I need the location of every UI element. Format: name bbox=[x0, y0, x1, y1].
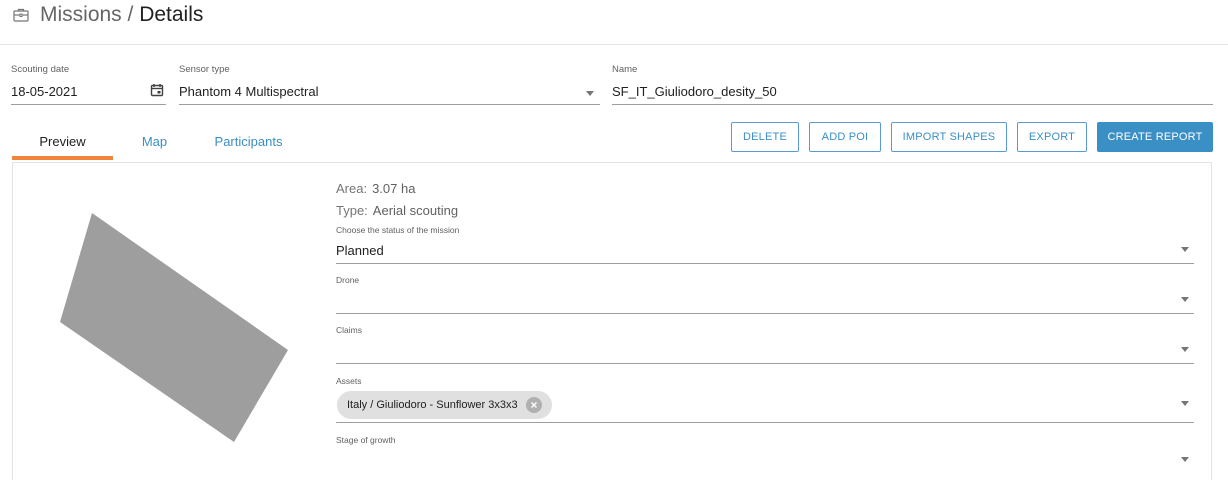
mission-status-select[interactable]: Choose the status of the mission Planned bbox=[336, 225, 1194, 267]
chevron-down-icon[interactable] bbox=[1181, 297, 1189, 302]
breadcrumb-missions[interactable]: Missions bbox=[40, 3, 122, 27]
header-divider bbox=[0, 44, 1228, 45]
area-value: 3.07 ha bbox=[372, 181, 416, 196]
status-label: Choose the status of the mission bbox=[336, 225, 460, 235]
type-info: Type: Aerial scouting bbox=[336, 203, 458, 218]
calendar-icon[interactable] bbox=[150, 83, 164, 97]
tab-participants[interactable]: Participants bbox=[196, 124, 301, 158]
breadcrumb-separator: / bbox=[121, 3, 140, 26]
stage-label: Stage of growth bbox=[336, 435, 396, 445]
tab-preview[interactable]: Preview bbox=[12, 124, 113, 158]
add-poi-button[interactable]: ADD POI bbox=[809, 122, 881, 152]
sensor-type-select[interactable]: Sensor type Phantom 4 Multispectral bbox=[179, 64, 600, 106]
create-report-button[interactable]: CREATE REPORT bbox=[1097, 122, 1213, 152]
claims-underline bbox=[336, 363, 1194, 364]
briefcase-icon bbox=[12, 6, 30, 24]
page-header: Missions / Details bbox=[12, 0, 203, 30]
area-info: Area: 3.07 ha bbox=[336, 181, 415, 196]
drone-underline bbox=[336, 313, 1194, 314]
type-value: Aerial scouting bbox=[372, 203, 459, 218]
area-label: Area: bbox=[336, 181, 368, 196]
claims-label: Claims bbox=[336, 325, 362, 335]
scouting-date-underline bbox=[11, 104, 166, 105]
asset-chip[interactable]: Italy / Giuliodoro - Sunflower 3x3x3 bbox=[337, 391, 552, 419]
scouting-date-value[interactable]: 18-05-2021 bbox=[11, 84, 78, 99]
drone-select[interactable]: Drone bbox=[336, 275, 1194, 317]
active-tab-indicator bbox=[12, 156, 113, 160]
name-label: Name bbox=[612, 64, 638, 75]
scouting-date-field[interactable]: Scouting date 18-05-2021 bbox=[11, 64, 166, 106]
chevron-down-icon[interactable] bbox=[1181, 247, 1189, 252]
asset-chip-label: Italy / Giuliodoro - Sunflower 3x3x3 bbox=[347, 399, 518, 411]
name-value[interactable]: SF_IT_Giuliodoro_desity_50 bbox=[612, 84, 777, 99]
field-polygon bbox=[60, 213, 288, 442]
tab-map[interactable]: Map bbox=[113, 124, 196, 158]
name-underline bbox=[612, 104, 1213, 105]
status-value[interactable]: Planned bbox=[336, 243, 384, 258]
field-shape-preview bbox=[60, 213, 288, 442]
chevron-down-icon[interactable] bbox=[1181, 457, 1189, 462]
import-shapes-button[interactable]: IMPORT SHAPES bbox=[891, 122, 1007, 152]
chevron-down-icon[interactable] bbox=[1181, 347, 1189, 352]
name-input[interactable]: Name SF_IT_Giuliodoro_desity_50 bbox=[612, 64, 1213, 106]
claims-select[interactable]: Claims bbox=[336, 325, 1194, 367]
drone-label: Drone bbox=[336, 275, 360, 285]
scouting-date-label: Scouting date bbox=[11, 64, 70, 75]
export-button[interactable]: EXPORT bbox=[1017, 122, 1087, 152]
status-underline bbox=[336, 263, 1194, 264]
sensor-type-underline bbox=[179, 104, 600, 105]
sensor-type-label: Sensor type bbox=[179, 64, 230, 75]
type-label: Type: bbox=[336, 203, 368, 218]
stage-of-growth-select[interactable]: Stage of growth bbox=[336, 435, 1194, 477]
page-title: Details bbox=[139, 3, 204, 26]
assets-label: Assets bbox=[336, 376, 362, 386]
chevron-down-icon[interactable] bbox=[586, 91, 594, 96]
sensor-type-value[interactable]: Phantom 4 Multispectral bbox=[179, 84, 318, 99]
delete-button[interactable]: DELETE bbox=[731, 122, 799, 152]
chevron-down-icon[interactable] bbox=[1181, 401, 1189, 406]
assets-underline bbox=[336, 422, 1194, 423]
close-icon[interactable] bbox=[525, 397, 542, 413]
